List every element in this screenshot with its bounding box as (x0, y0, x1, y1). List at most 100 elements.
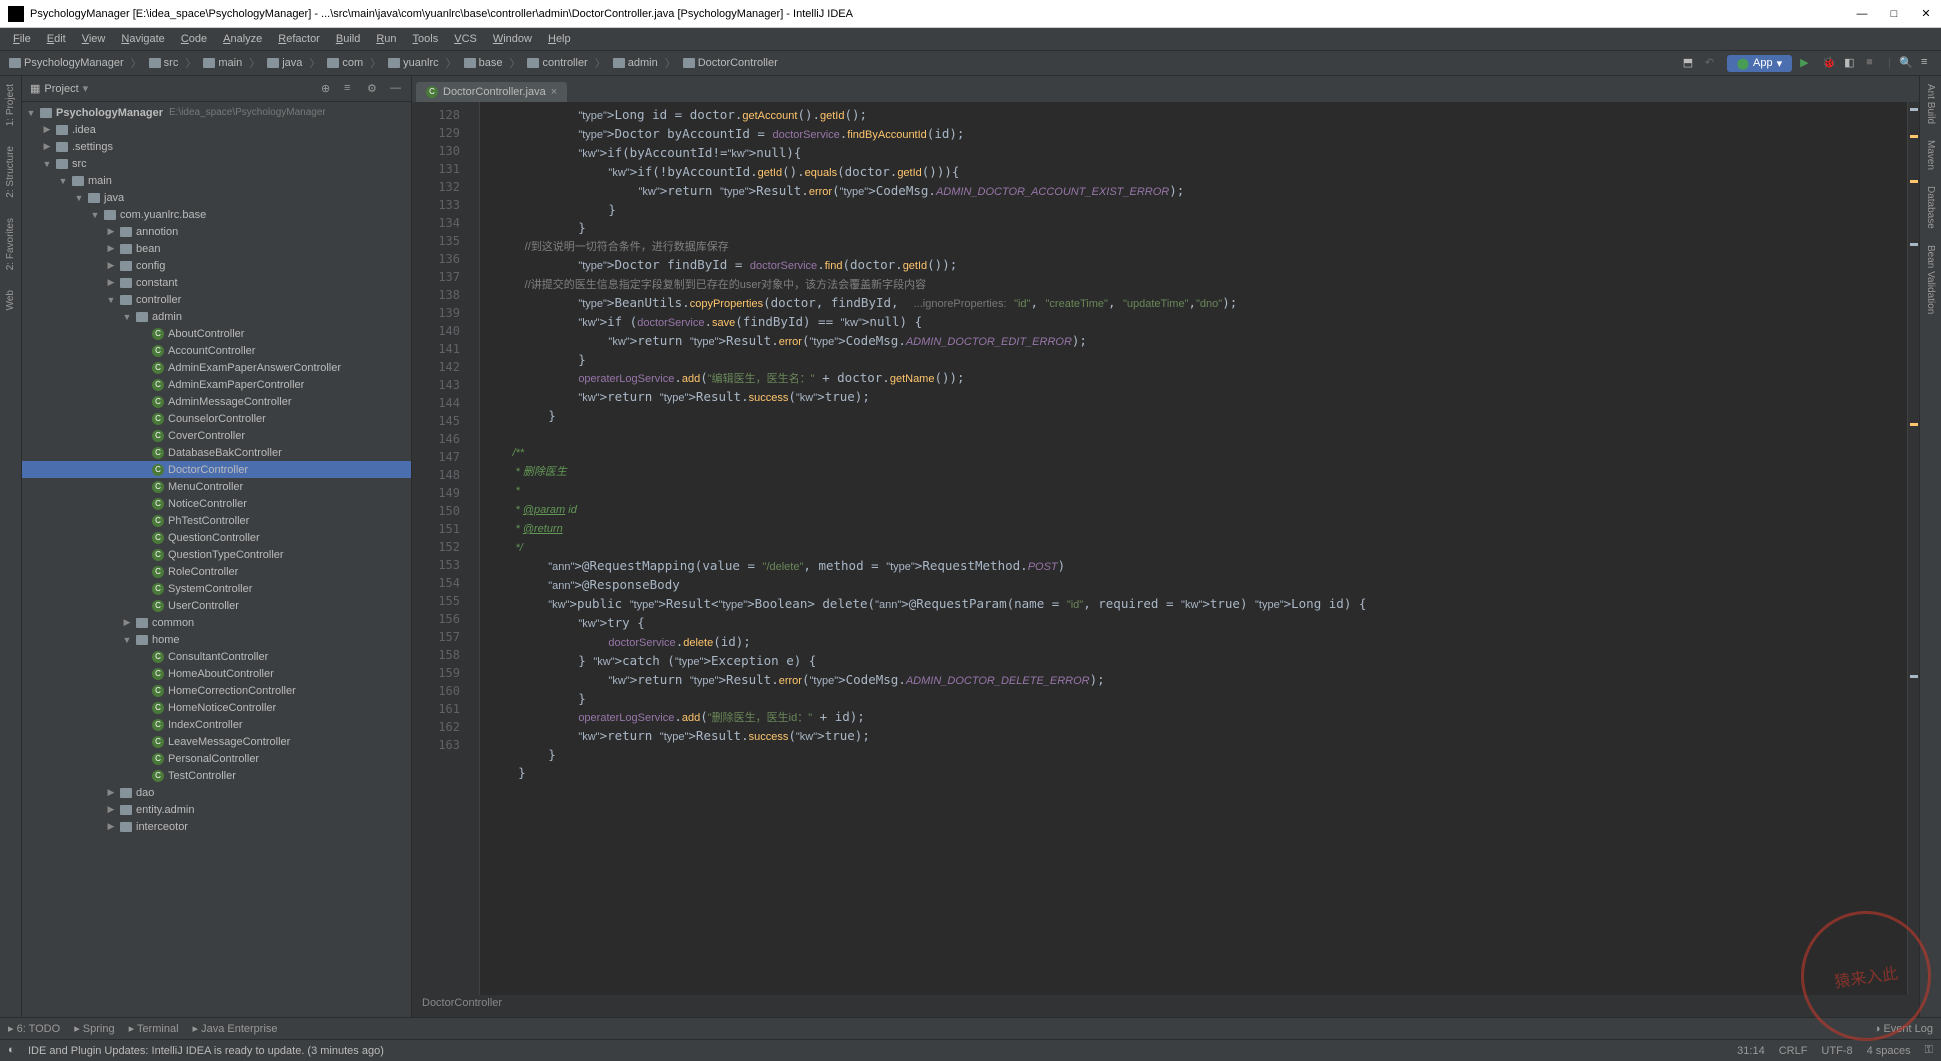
tree-item[interactable]: CPhTestController (22, 512, 411, 529)
tree-item[interactable]: CUserController (22, 597, 411, 614)
tree-item[interactable]: ▶entity.admin (22, 801, 411, 818)
breadcrumb-item[interactable]: DoctorController (680, 56, 781, 70)
build-icon[interactable]: ⬒ (1683, 56, 1697, 70)
tree-item[interactable]: CDatabaseBakController (22, 444, 411, 461)
bottom-tool[interactable]: ▸ 6: TODO (8, 1022, 60, 1035)
tree-item[interactable]: ▶.settings (22, 138, 411, 155)
tree-item[interactable]: CMenuController (22, 478, 411, 495)
breadcrumb-item[interactable]: yuanlrc (385, 56, 441, 70)
tree-item[interactable]: ▶config (22, 257, 411, 274)
menu-file[interactable]: File (6, 31, 38, 47)
status-icon[interactable]: ◐ (8, 1044, 22, 1058)
code-editor[interactable]: 128 129 130 131 132 133 134 135 136 137 … (412, 102, 1919, 995)
status-item[interactable]: CRLF (1779, 1045, 1808, 1057)
breadcrumb-item[interactable]: java (264, 56, 305, 70)
menu-tools[interactable]: Tools (406, 31, 446, 47)
breadcrumb-item[interactable]: controller (524, 56, 590, 70)
tree-item[interactable]: CNoticeController (22, 495, 411, 512)
tree-item[interactable]: CAboutController (22, 325, 411, 342)
tool-favorites[interactable]: 2: Favorites (5, 214, 16, 274)
tree-root[interactable]: ▼PsychologyManagerE:\idea_space\Psycholo… (22, 104, 411, 121)
tree-item[interactable]: CHomeNoticeController (22, 699, 411, 716)
tree-item[interactable]: CRoleController (22, 563, 411, 580)
menu-view[interactable]: View (75, 31, 113, 47)
tree-item[interactable]: ▶dao (22, 784, 411, 801)
tree-item[interactable]: CQuestionController (22, 529, 411, 546)
panel-settings-icon[interactable]: ⚙ (367, 82, 380, 95)
tree-item[interactable]: ▶interceotor (22, 818, 411, 835)
tool-maven[interactable]: Maven (1925, 136, 1936, 174)
tool-beanvalidation[interactable]: Bean Validation (1925, 241, 1936, 318)
tool-antbuild[interactable]: Ant Build (1925, 80, 1936, 128)
menu-build[interactable]: Build (329, 31, 367, 47)
tree-item[interactable]: ▼src (22, 155, 411, 172)
tool-project[interactable]: 1: Project (5, 80, 16, 130)
project-tree[interactable]: ▼PsychologyManagerE:\idea_space\Psycholo… (22, 102, 411, 1017)
search-icon[interactable]: 🔍 (1899, 56, 1913, 70)
menu-refactor[interactable]: Refactor (271, 31, 327, 47)
tree-item[interactable]: ▼controller (22, 291, 411, 308)
tree-item[interactable]: ▶constant (22, 274, 411, 291)
run-config-selector[interactable]: ⬤App▾ (1727, 55, 1792, 72)
menu-run[interactable]: Run (369, 31, 403, 47)
breadcrumb-item[interactable]: src (146, 56, 182, 70)
tree-item[interactable]: CPersonalController (22, 750, 411, 767)
menu-vcs[interactable]: VCS (447, 31, 484, 47)
hide-panel-icon[interactable]: — (390, 82, 403, 95)
tree-item[interactable]: CHomeCorrectionController (22, 682, 411, 699)
tree-item[interactable]: CAdminExamPaperAnswerController (22, 359, 411, 376)
error-stripe[interactable] (1907, 102, 1919, 995)
tree-item[interactable]: ▶bean (22, 240, 411, 257)
minimize-button[interactable]: — (1855, 7, 1869, 21)
collapse-all-icon[interactable]: ≡ (344, 82, 357, 95)
menu-edit[interactable]: Edit (40, 31, 73, 47)
bottom-tool[interactable]: ▸ Terminal (129, 1022, 179, 1035)
tree-item[interactable]: ▶common (22, 614, 411, 631)
tree-item[interactable]: CConsultantController (22, 648, 411, 665)
maximize-button[interactable]: □ (1887, 7, 1901, 21)
status-item[interactable]: 4 spaces (1867, 1045, 1911, 1057)
tree-item[interactable]: ▼admin (22, 308, 411, 325)
close-tab-icon[interactable]: × (551, 86, 557, 98)
menu-window[interactable]: Window (486, 31, 539, 47)
close-button[interactable]: ✕ (1919, 7, 1933, 21)
breadcrumb-item[interactable]: PsychologyManager (6, 56, 127, 70)
tool-database[interactable]: Database (1925, 182, 1936, 233)
tree-item[interactable]: CHomeAboutController (22, 665, 411, 682)
tree-item[interactable]: CIndexController (22, 716, 411, 733)
coverage-icon[interactable]: ◧ (1844, 56, 1858, 70)
breadcrumb-item[interactable]: com (324, 56, 366, 70)
menu-analyze[interactable]: Analyze (216, 31, 269, 47)
tree-item[interactable]: CLeaveMessageController (22, 733, 411, 750)
tree-item[interactable]: CCounselorController (22, 410, 411, 427)
tool-web[interactable]: Web (5, 286, 16, 314)
tree-item[interactable]: ▼com.yuanlrc.base (22, 206, 411, 223)
scroll-from-source-icon[interactable]: ⊕ (321, 82, 334, 95)
tree-item[interactable]: CAdminExamPaperController (22, 376, 411, 393)
menu-help[interactable]: Help (541, 31, 578, 47)
tree-item[interactable]: CAccountController (22, 342, 411, 359)
menu-code[interactable]: Code (174, 31, 214, 47)
bottom-tool[interactable]: ▸ Spring (74, 1022, 114, 1035)
tree-item[interactable]: CDoctorController (22, 461, 411, 478)
breadcrumb-item[interactable]: main (200, 56, 245, 70)
breadcrumb-item[interactable]: admin (610, 56, 661, 70)
tree-item[interactable]: ▶annotion (22, 223, 411, 240)
tree-item[interactable]: ▼java (22, 189, 411, 206)
breadcrumb-item[interactable]: base (461, 56, 506, 70)
menu-navigate[interactable]: Navigate (114, 31, 171, 47)
tree-item[interactable]: CAdminMessageController (22, 393, 411, 410)
tree-item[interactable]: ▼main (22, 172, 411, 189)
fold-gutter[interactable] (468, 102, 480, 995)
status-item[interactable]: 31:14 (1737, 1045, 1765, 1057)
settings-icon[interactable]: ≡ (1921, 56, 1935, 70)
tree-item[interactable]: CTestController (22, 767, 411, 784)
status-item[interactable]: ⚿ (1925, 1044, 1933, 1057)
status-item[interactable]: UTF-8 (1821, 1045, 1852, 1057)
tree-item[interactable]: CQuestionTypeController (22, 546, 411, 563)
tree-item[interactable]: ▼home (22, 631, 411, 648)
run-icon[interactable]: ▶ (1800, 56, 1814, 70)
editor-tab[interactable]: C DoctorController.java × (416, 82, 567, 102)
tree-item[interactable]: ▶.idea (22, 121, 411, 138)
debug-icon[interactable]: 🐞 (1822, 56, 1836, 70)
